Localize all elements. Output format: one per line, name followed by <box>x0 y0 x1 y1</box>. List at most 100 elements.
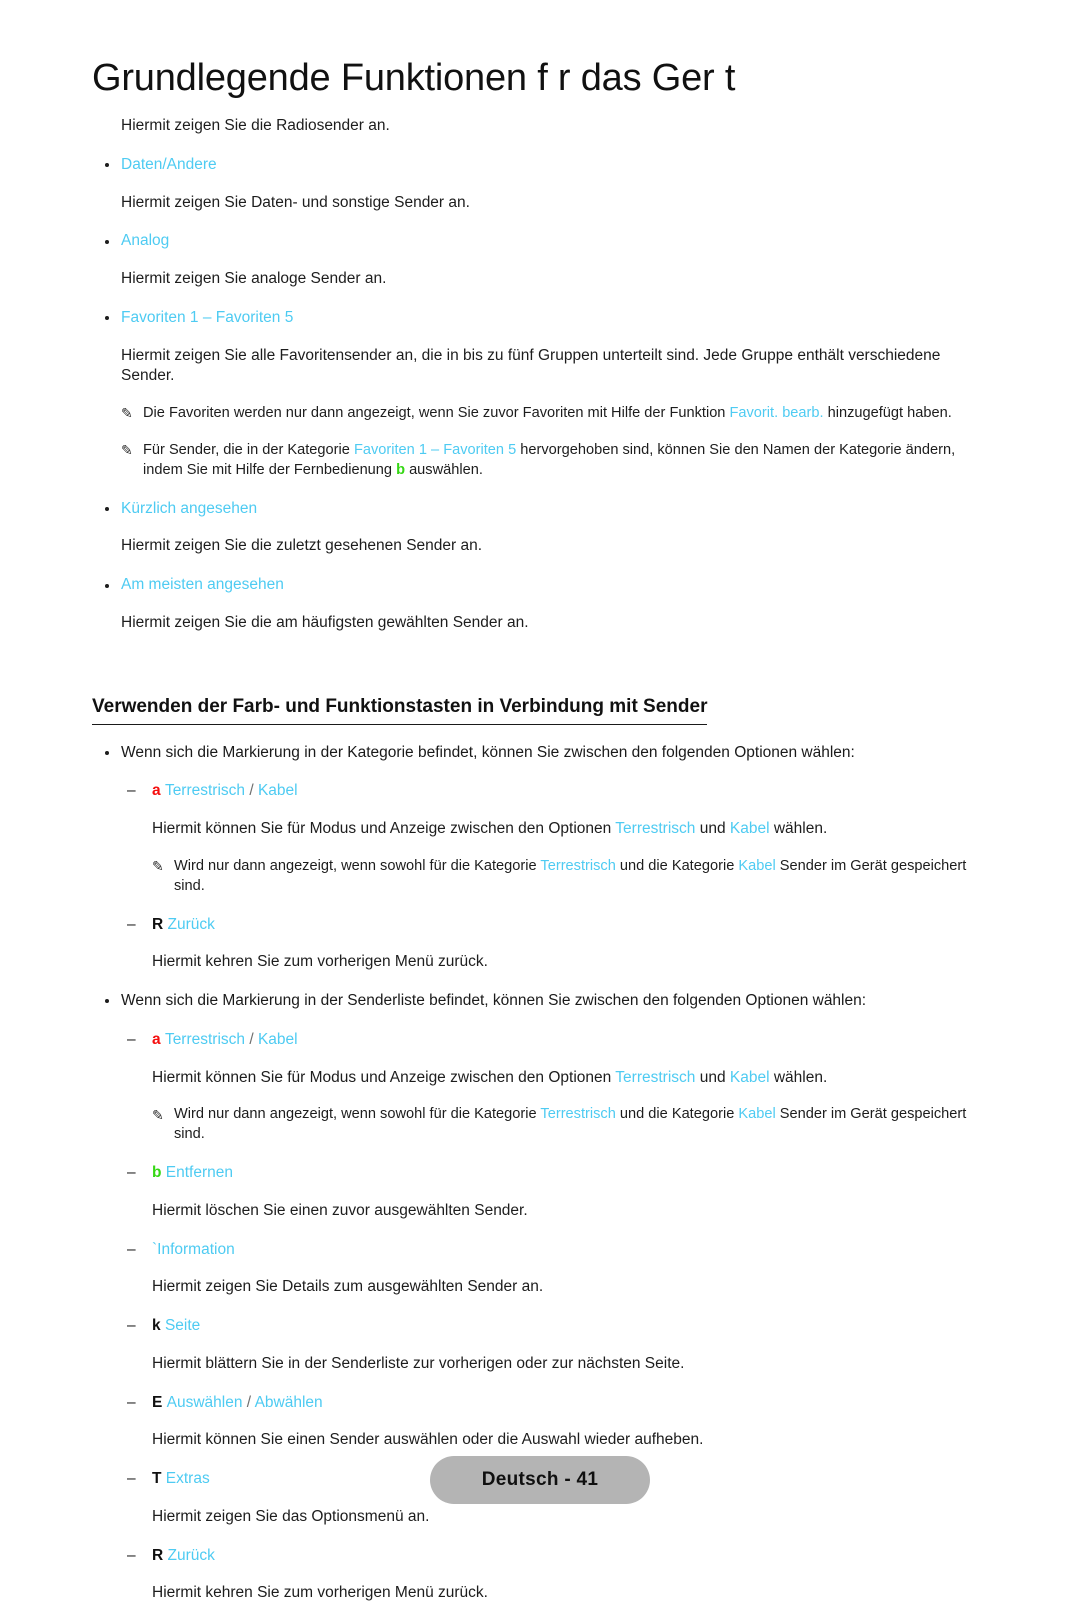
option-description: Hiermit zeigen Sie Daten- und sonstige S… <box>121 193 470 211</box>
key-entry: – a Terrestrisch / Kabel <box>127 781 995 802</box>
list-item: Kürzlich angesehen <box>105 499 995 520</box>
group-lead-text: Wenn sich die Markierung in der Senderli… <box>121 992 867 1010</box>
pencil-note-icon: ✎ <box>152 1106 164 1123</box>
key-description: Hiermit kehren Sie zum vorherigen Menü z… <box>152 953 488 971</box>
bullet-icon <box>105 239 109 244</box>
note-accent-2: Kabel <box>738 857 776 874</box>
pencil-note-icon: ✎ <box>121 442 133 459</box>
key-label-separator: / <box>242 1393 255 1411</box>
list-item: Favoriten 1 – Favoriten 5 <box>105 308 995 329</box>
key-label-a: Zurück <box>167 1546 215 1564</box>
section-heading: Verwenden der Farb- und Funktionstasten … <box>92 696 708 725</box>
key-entry: – `Information <box>127 1240 995 1261</box>
list-item: Analog <box>105 231 995 252</box>
desc-accent-1: Terrestrisch <box>615 1068 696 1086</box>
note: ✎ Für Sender, die in der Kategorie Favor… <box>121 441 995 481</box>
dash-icon: – <box>127 915 136 933</box>
note: ✎ Wird nur dann angezeigt, wenn sowohl f… <box>152 1105 995 1145</box>
desc-text-3: wählen. <box>769 820 828 838</box>
option-label-end: Favoriten 5 <box>215 308 294 326</box>
dash-icon: – <box>127 1317 136 1335</box>
bullet-icon <box>105 750 109 755</box>
desc-accent-1: Terrestrisch <box>615 820 696 838</box>
key-label-b: Kabel <box>257 782 298 800</box>
desc-accent-2: Kabel <box>729 820 770 838</box>
key-label-a: Terrestrisch <box>164 1030 246 1048</box>
key-label-a: Zurück <box>167 915 215 933</box>
desc-text-3: wählen. <box>769 1068 828 1086</box>
key-entry: – k Seite <box>127 1316 995 1337</box>
option-description: Hiermit zeigen Sie alle Favoritensender … <box>121 346 941 385</box>
note-text-start: Die Favoriten werden nur dann angezeigt,… <box>143 405 730 422</box>
key-label-b: Abwählen <box>254 1393 323 1411</box>
intro-paragraph: Hiermit zeigen Sie die Radiosender an. <box>121 117 390 135</box>
note-accent-2: Favoriten 5 <box>443 442 517 458</box>
desc-accent-2: Kabel <box>729 1068 770 1086</box>
dash-icon: – <box>127 1164 136 1182</box>
key-entry: – R Zurück <box>127 915 995 936</box>
remote-key-b: b <box>396 461 406 478</box>
section-heading-wrapper: Verwenden der Farb- und Funktionstasten … <box>92 634 995 725</box>
note-text-1: Für Sender, die in der Kategorie <box>143 442 354 458</box>
remote-key-a: a <box>152 1030 161 1048</box>
key-label-a: Auswählen <box>166 1393 243 1411</box>
page-number-badge: Deutsch - 41 <box>429 1456 651 1504</box>
key-label-a: Entfernen <box>165 1164 233 1182</box>
bullet-icon <box>105 316 109 321</box>
key-label-separator: / <box>245 1030 258 1048</box>
desc-text-1: Hiermit können Sie für Modus und Anzeige… <box>152 820 616 838</box>
option-label: Daten/Andere <box>121 155 217 173</box>
option-label: Analog <box>121 232 170 250</box>
note-accent: Favorit. bearb. <box>729 405 824 422</box>
key-entry: – b Entfernen <box>127 1163 995 1184</box>
note-accent-separator: – <box>426 442 444 458</box>
option-label-start: Favoriten 1 <box>121 308 199 326</box>
bullet-icon <box>105 163 109 168</box>
dash-icon: – <box>127 1546 136 1564</box>
key-label-b: Kabel <box>257 1030 298 1048</box>
dash-icon: – <box>127 1030 136 1048</box>
key-description: Hiermit zeigen Sie das Optionsmenü an. <box>152 1507 430 1525</box>
key-label-a: Information <box>157 1240 235 1258</box>
key-description: Hiermit können Sie für Modus und Anzeige… <box>152 1068 995 1089</box>
option-description: Hiermit zeigen Sie die am häufigsten gew… <box>121 613 529 631</box>
note-text-end: hinzugefügt haben. <box>823 405 952 422</box>
page-title: Grundlegende Funktionen f r das Ger t <box>92 57 736 99</box>
key-label-a: Seite <box>164 1317 201 1335</box>
remote-key-return: R <box>152 1546 164 1564</box>
key-entry: – R Zurück <box>127 1546 995 1567</box>
bullet-icon <box>105 507 109 512</box>
group-lead-text: Wenn sich die Markierung in der Kategori… <box>121 743 855 761</box>
remote-key-page: k <box>152 1317 161 1335</box>
key-description: Hiermit löschen Sie einen zuvor ausgewäh… <box>152 1201 528 1219</box>
dash-icon: – <box>127 1240 136 1258</box>
key-description: Hiermit können Sie einen Sender auswähle… <box>152 1431 704 1449</box>
key-description: Hiermit kehren Sie zum vorherigen Menü z… <box>152 1584 488 1602</box>
pencil-note-icon: ✎ <box>121 405 133 422</box>
key-description: Hiermit blättern Sie in der Senderliste … <box>152 1354 685 1372</box>
option-label: Am meisten angesehen <box>121 576 284 594</box>
note: ✎ Wird nur dann angezeigt, wenn sowohl f… <box>152 857 995 897</box>
note-accent-2: Kabel <box>738 1106 776 1123</box>
desc-text-1: Hiermit können Sie für Modus und Anzeige… <box>152 1068 616 1086</box>
remote-key-a: a <box>152 782 161 800</box>
note-text-1: Wird nur dann angezeigt, wenn sowohl für… <box>174 1106 541 1123</box>
page-footer: Deutsch - 41 <box>0 1456 1080 1504</box>
bullet-icon <box>105 583 109 588</box>
note-accent-1: Terrestrisch <box>540 857 616 874</box>
key-label-separator: / <box>245 782 258 800</box>
list-item: Wenn sich die Markierung in der Senderli… <box>105 991 995 1012</box>
key-label-a: Terrestrisch <box>164 782 246 800</box>
option-description: Hiermit zeigen Sie analoge Sender an. <box>121 270 387 288</box>
desc-text-2: und <box>695 820 730 838</box>
option-label-separator: – <box>198 308 216 326</box>
key-description: Hiermit zeigen Sie Details zum ausgewähl… <box>152 1278 544 1296</box>
key-entry: – E Auswählen / Abwählen <box>127 1393 995 1414</box>
list-item: Wenn sich die Markierung in der Kategori… <box>105 743 995 764</box>
option-description: Hiermit zeigen Sie die zuletzt gesehenen… <box>121 537 483 555</box>
dash-icon: – <box>127 1393 136 1411</box>
key-entry: – a Terrestrisch / Kabel <box>127 1030 995 1051</box>
note: ✎ Die Favoriten werden nur dann angezeig… <box>121 404 995 424</box>
remote-key-enter: E <box>152 1393 163 1411</box>
list-item: Daten/Andere <box>105 155 995 176</box>
